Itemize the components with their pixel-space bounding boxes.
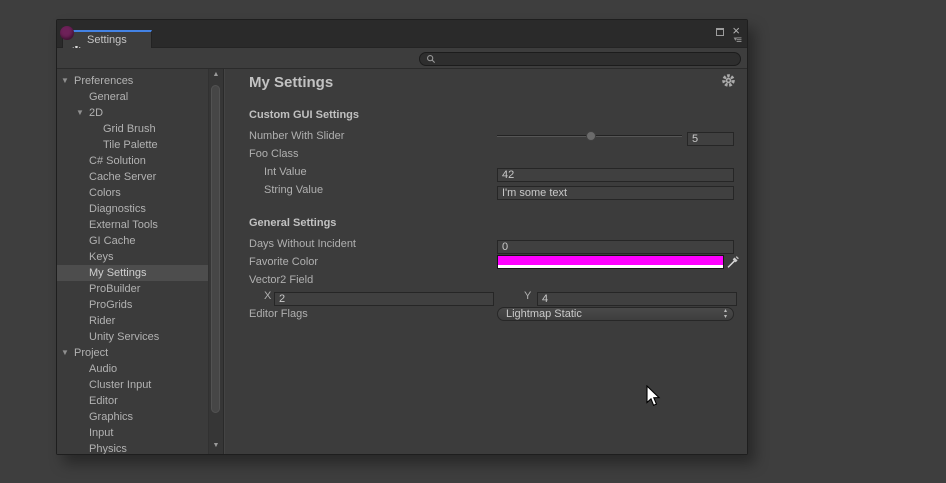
- color-alpha-bar: [498, 265, 723, 268]
- row-string-value: String Value: [249, 183, 734, 197]
- sidebar-item-tile-palette[interactable]: Tile Palette: [57, 137, 208, 153]
- field-label: String Value: [264, 184, 323, 196]
- panel-gear-button[interactable]: [721, 73, 736, 88]
- slider-thumb[interactable]: [586, 131, 596, 141]
- sidebar-item-physics[interactable]: Physics: [57, 441, 208, 454]
- section-header-general: General Settings: [249, 217, 336, 229]
- sidebar-item-progrids[interactable]: ProGrids: [57, 297, 208, 313]
- days-without-incident-input[interactable]: [497, 240, 734, 254]
- editor-flags-dropdown[interactable]: Lightmap Static ▴ ▾: [497, 307, 734, 321]
- sidebar-item-diagnostics[interactable]: Diagnostics: [57, 201, 208, 217]
- foldout-caret-icon[interactable]: ▼: [61, 345, 69, 361]
- page-title: My Settings: [249, 74, 333, 91]
- search-icon: [426, 54, 436, 64]
- field-label: Days Without Incident: [249, 238, 356, 250]
- desktop-background: Settings × ▾≡ ▼Preferences General: [0, 0, 946, 483]
- eyedropper-icon[interactable]: [726, 255, 740, 269]
- sidebar-scrollbar[interactable]: ▲ ▼: [208, 69, 223, 454]
- field-label: Number With Slider: [249, 130, 344, 142]
- settings-window: Settings × ▾≡ ▼Preferences General: [56, 19, 748, 455]
- sidebar-item-preferences[interactable]: ▼Preferences: [57, 73, 208, 89]
- sidebar-item-rider[interactable]: Rider: [57, 313, 208, 329]
- window-tab-bar: Settings × ▾≡: [57, 20, 747, 48]
- string-value-input[interactable]: [497, 186, 734, 200]
- tab-label: Settings: [87, 34, 127, 46]
- sidebar-item-grid-brush[interactable]: Grid Brush: [57, 121, 208, 137]
- hamburger-icon: ≡: [736, 35, 741, 46]
- row-editor-flags: Editor Flags Lightmap Static ▴ ▾: [249, 307, 734, 321]
- field-label: Favorite Color: [249, 256, 318, 268]
- favorite-color-swatch[interactable]: [497, 255, 724, 269]
- favorite-color-swatch-fill: [498, 256, 723, 265]
- sidebar-item-csharp-solution[interactable]: C# Solution: [57, 153, 208, 169]
- search-input[interactable]: [440, 53, 734, 65]
- row-foo-class: Foo Class: [249, 147, 734, 161]
- slider-value-input[interactable]: [687, 132, 734, 146]
- vector2-y-input[interactable]: [537, 292, 737, 306]
- content-area: ▼Preferences General ▼2D Grid Brush Tile…: [57, 69, 747, 454]
- dropdown-stepper-icon: ▴ ▾: [724, 308, 727, 320]
- sidebar-item-colors[interactable]: Colors: [57, 185, 208, 201]
- sidebar-item-cluster-input[interactable]: Cluster Input: [57, 377, 208, 393]
- scroll-up-arrow-icon[interactable]: ▲: [209, 71, 223, 78]
- sidebar-item-editor[interactable]: Editor: [57, 393, 208, 409]
- sidebar-item-probuilder[interactable]: ProBuilder: [57, 281, 208, 297]
- sidebar-item-gi-cache[interactable]: GI Cache: [57, 233, 208, 249]
- field-label: Editor Flags: [249, 308, 308, 320]
- y-axis-label: Y: [524, 290, 531, 302]
- vector2-x-input[interactable]: [274, 292, 494, 306]
- row-vector2-fields: X Y: [249, 289, 734, 303]
- sidebar-item-input[interactable]: Input: [57, 425, 208, 441]
- row-int-value: Int Value: [249, 165, 734, 179]
- sidebar-item-graphics[interactable]: Graphics: [57, 409, 208, 425]
- int-value-input[interactable]: [497, 168, 734, 182]
- sidebar-item-external-tools[interactable]: External Tools: [57, 217, 208, 233]
- settings-detail-panel: My Settings Custom GUI Settings Number W…: [223, 69, 747, 454]
- scrollbar-thumb[interactable]: [211, 85, 220, 413]
- field-label: Vector2 Field: [249, 274, 313, 286]
- sidebar-item-my-settings[interactable]: My Settings: [57, 265, 208, 281]
- window-menu-button[interactable]: ▾≡: [734, 35, 741, 46]
- tab-settings[interactable]: Settings: [62, 30, 152, 48]
- row-favorite-color: Favorite Color: [249, 255, 734, 269]
- toolbar: [57, 48, 747, 69]
- field-label: Foo Class: [249, 148, 299, 160]
- sidebar-item-unity-services[interactable]: Unity Services: [57, 329, 208, 345]
- field-label: Int Value: [264, 166, 307, 178]
- sidebar-item-cache-server[interactable]: Cache Server: [57, 169, 208, 185]
- scroll-down-arrow-icon[interactable]: ▼: [209, 442, 223, 449]
- sidebar-item-2d[interactable]: ▼2D: [57, 105, 208, 121]
- maximize-button[interactable]: [716, 28, 724, 36]
- sidebar-item-keys[interactable]: Keys: [57, 249, 208, 265]
- record-dot-icon: [60, 26, 74, 40]
- foldout-caret-icon[interactable]: ▼: [61, 73, 69, 89]
- settings-category-sidebar: ▼Preferences General ▼2D Grid Brush Tile…: [57, 69, 208, 454]
- sidebar-item-project[interactable]: ▼Project: [57, 345, 208, 361]
- x-axis-label: X: [264, 290, 271, 302]
- sidebar-item-audio[interactable]: Audio: [57, 361, 208, 377]
- row-vector2-label: Vector2 Field: [249, 273, 734, 287]
- dropdown-selected-value: Lightmap Static: [506, 308, 582, 320]
- search-box[interactable]: [419, 52, 741, 66]
- foldout-caret-icon[interactable]: ▼: [76, 105, 84, 121]
- sidebar-item-general[interactable]: General: [57, 89, 208, 105]
- row-number-with-slider: Number With Slider: [249, 129, 734, 143]
- section-header-custom-gui: Custom GUI Settings: [249, 109, 359, 121]
- row-days-without-incident: Days Without Incident: [249, 237, 734, 251]
